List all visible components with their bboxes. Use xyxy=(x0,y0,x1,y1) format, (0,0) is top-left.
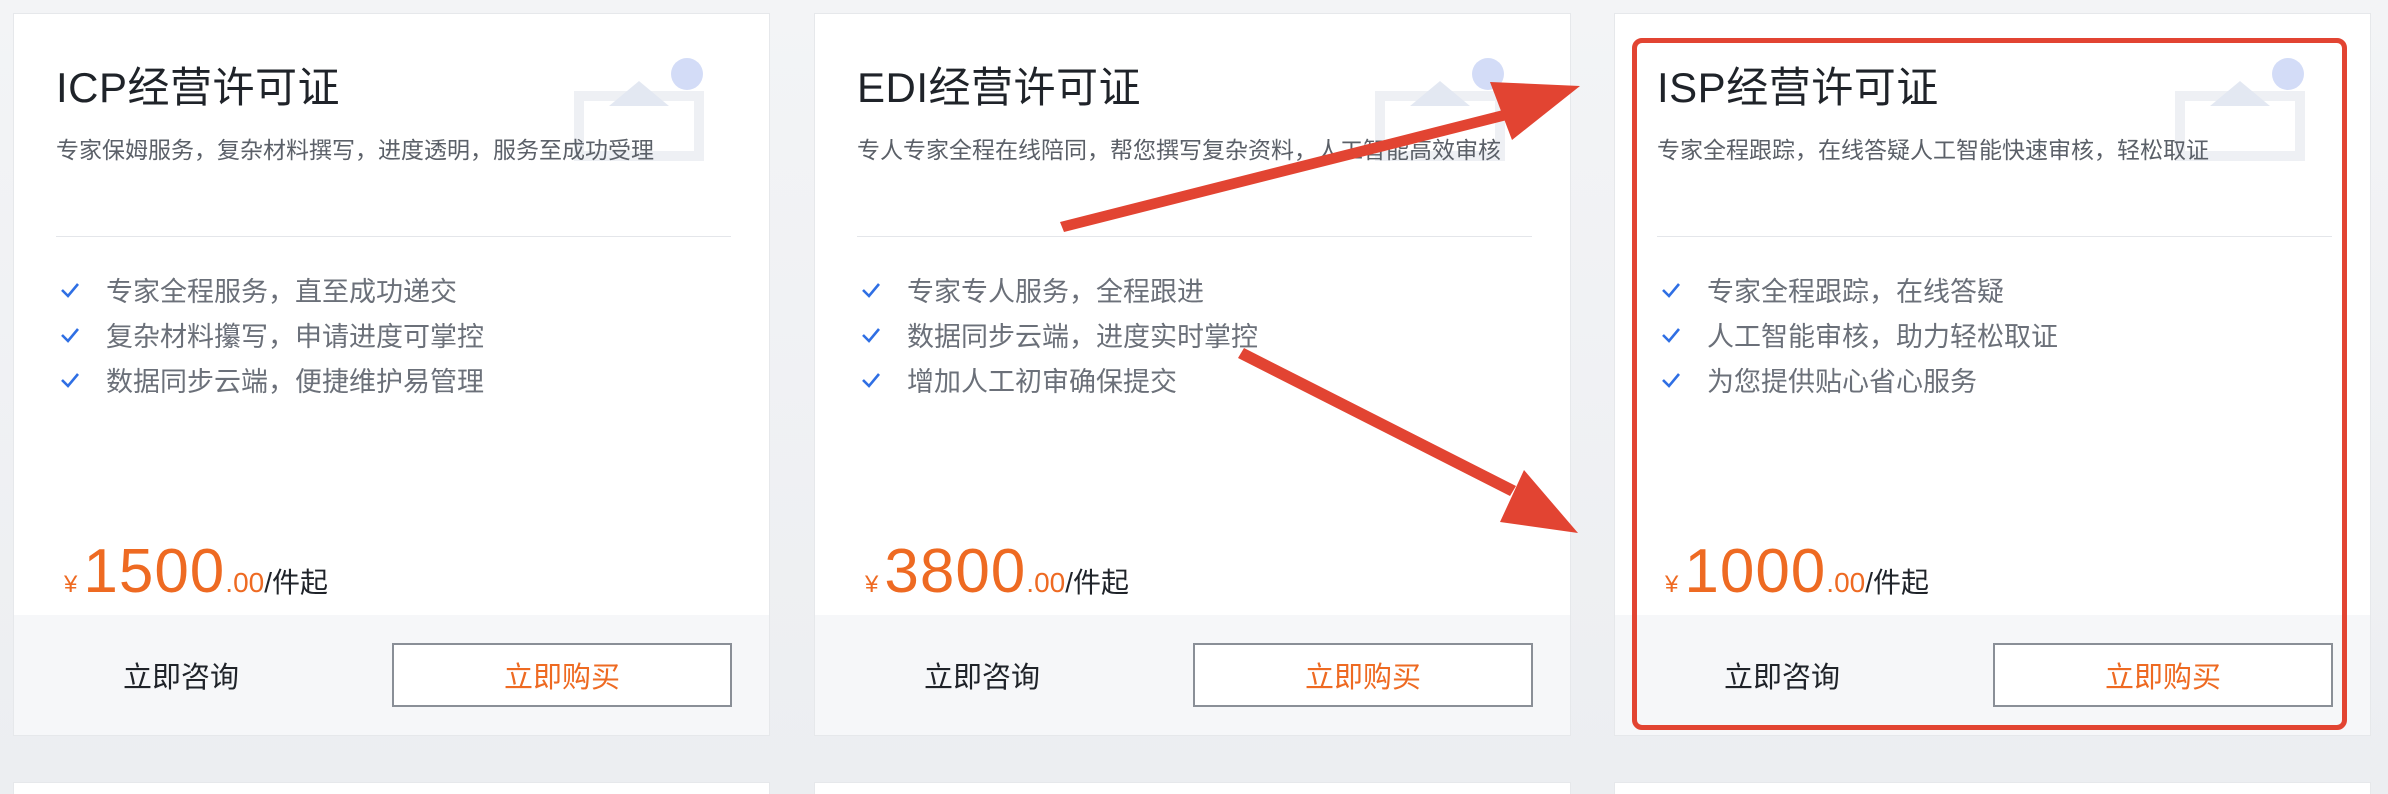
check-icon xyxy=(1662,282,1680,298)
feature-text: 为您提供贴心省心服务 xyxy=(1707,367,1977,397)
next-row-card xyxy=(814,782,1571,794)
product-card-icp: ICP经营许可证 专家保姆服务，复杂材料撰写，进度透明，服务至成功受理 专家全程… xyxy=(13,13,770,736)
feature-text: 数据同步云端，进度实时掌控 xyxy=(907,322,1258,352)
price-currency: ¥ xyxy=(1665,571,1679,598)
check-icon xyxy=(1662,372,1680,388)
divider xyxy=(857,236,1532,237)
next-row-card xyxy=(13,782,770,794)
feature-text: 数据同步云端，便捷维护易管理 xyxy=(106,367,484,397)
feature-item: 专家全程服务，直至成功递交 xyxy=(56,267,484,312)
feature-list: 专家全程跟踪，在线答疑 人工智能审核，助力轻松取证 为您提供贴心省心服务 xyxy=(1657,267,2058,402)
feature-list: 专家全程服务，直至成功递交 复杂材料攥写，申请进度可掌控 数据同步云端，便捷维护… xyxy=(56,267,484,402)
buy-button[interactable]: 立即购买 xyxy=(1993,643,2333,707)
feature-text: 专家专人服务，全程跟进 xyxy=(907,277,1204,307)
product-card-isp: ISP经营许可证 专家全程跟踪，在线答疑人工智能快速审核，轻松取证 专家全程跟踪… xyxy=(1614,13,2371,736)
divider xyxy=(56,236,731,237)
divider xyxy=(1657,236,2332,237)
price: ¥ 1000 .00 /件起 xyxy=(1665,536,1929,607)
card-actions: 立即咨询 立即购买 xyxy=(14,615,769,735)
price-currency: ¥ xyxy=(865,571,879,598)
card-description: 专家全程跟踪，在线答疑人工智能快速审核，轻松取证 xyxy=(1657,137,2209,163)
feature-text: 专家全程服务，直至成功递交 xyxy=(106,277,457,307)
feature-text: 复杂材料攥写，申请进度可掌控 xyxy=(106,322,484,352)
price-currency: ¥ xyxy=(64,571,78,598)
feature-text: 增加人工初审确保提交 xyxy=(907,367,1177,397)
price: ¥ 1500 .00 /件起 xyxy=(64,536,328,607)
price-decimal: .00 xyxy=(225,567,265,598)
price-amount: 1500 xyxy=(83,537,226,606)
price-unit: /件起 xyxy=(1865,567,1930,598)
product-card-edi: EDI经营许可证 专人专家全程在线陪同，帮您撰写复杂资料，人工智能高效审核 专家… xyxy=(814,13,1571,736)
consult-button[interactable]: 立即咨询 xyxy=(877,653,1087,697)
check-icon xyxy=(862,327,880,343)
check-icon xyxy=(862,372,880,388)
buy-button[interactable]: 立即购买 xyxy=(392,643,732,707)
price-unit: /件起 xyxy=(1065,567,1130,598)
check-icon xyxy=(862,282,880,298)
feature-item: 数据同步云端，便捷维护易管理 xyxy=(56,357,484,402)
card-actions: 立即咨询 立即购买 xyxy=(815,615,1570,735)
buy-button[interactable]: 立即购买 xyxy=(1193,643,1533,707)
feature-text: 人工智能审核，助力轻松取证 xyxy=(1707,322,2058,352)
feature-text: 专家全程跟踪，在线答疑 xyxy=(1707,277,2004,307)
card-title: ISP经营许可证 xyxy=(1657,64,1939,111)
price-amount: 1000 xyxy=(1684,537,1827,606)
feature-item: 复杂材料攥写，申请进度可掌控 xyxy=(56,312,484,357)
feature-item: 专家全程跟踪，在线答疑 xyxy=(1657,267,2058,312)
price: ¥ 3800 .00 /件起 xyxy=(865,536,1129,607)
feature-item: 为您提供贴心省心服务 xyxy=(1657,357,2058,402)
check-icon xyxy=(61,282,79,298)
page: ICP经营许可证 专家保姆服务，复杂材料撰写，进度透明，服务至成功受理 专家全程… xyxy=(0,0,2388,794)
check-icon xyxy=(1662,327,1680,343)
card-description: 专家保姆服务，复杂材料撰写，进度透明，服务至成功受理 xyxy=(56,137,654,163)
card-description: 专人专家全程在线陪同，帮您撰写复杂资料，人工智能高效审核 xyxy=(857,137,1501,163)
feature-item: 数据同步云端，进度实时掌控 xyxy=(857,312,1258,357)
price-decimal: .00 xyxy=(1026,567,1066,598)
consult-button[interactable]: 立即咨询 xyxy=(1677,653,1887,697)
feature-item: 增加人工初审确保提交 xyxy=(857,357,1258,402)
price-decimal: .00 xyxy=(1826,567,1866,598)
check-icon xyxy=(61,327,79,343)
price-amount: 3800 xyxy=(884,537,1027,606)
check-icon xyxy=(61,372,79,388)
feature-item: 人工智能审核，助力轻松取证 xyxy=(1657,312,2058,357)
feature-item: 专家专人服务，全程跟进 xyxy=(857,267,1258,312)
card-title: ICP经营许可证 xyxy=(56,64,341,111)
feature-list: 专家专人服务，全程跟进 数据同步云端，进度实时掌控 增加人工初审确保提交 xyxy=(857,267,1258,402)
price-unit: /件起 xyxy=(264,567,329,598)
card-title: EDI经营许可证 xyxy=(857,64,1142,111)
card-actions: 立即咨询 立即购买 xyxy=(1615,615,2370,735)
next-row-card xyxy=(1614,782,2371,794)
consult-button[interactable]: 立即咨询 xyxy=(76,653,286,697)
